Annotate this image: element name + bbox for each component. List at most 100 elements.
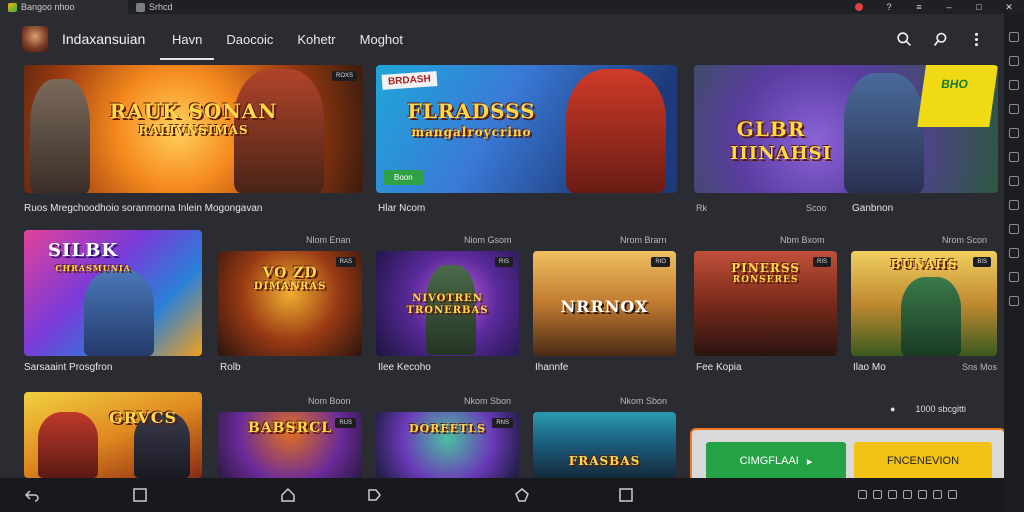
share-icon[interactable] — [918, 490, 927, 499]
record-button[interactable] — [844, 0, 874, 14]
game-caption: Rolb — [220, 362, 241, 373]
avatar[interactable] — [22, 26, 48, 52]
home-icon — [136, 2, 145, 12]
menu-button[interactable]: ≡ — [904, 0, 934, 14]
game-card[interactable]: GRVCS — [24, 392, 202, 478]
game-card[interactable]: SILBK CHRASMUNIA — [24, 230, 202, 356]
folder-icon[interactable] — [1009, 104, 1019, 114]
game-meta: Sns Mos — [962, 362, 998, 372]
tab-kohetr[interactable]: Kohetr — [285, 14, 347, 64]
search-icon — [896, 31, 911, 46]
screenshot-icon[interactable] — [1009, 80, 1019, 90]
game-caption: Fee Kopia — [696, 362, 742, 373]
recents-button[interactable] — [618, 487, 634, 503]
nav-tabs: Havn Daocoic Kohetr Moghot — [160, 14, 415, 64]
game-card[interactable]: DOREETLS RNS — [376, 412, 519, 478]
back-button[interactable] — [24, 487, 40, 503]
game-meta: Niom Gsom — [464, 235, 512, 245]
tab-moghot[interactable]: Moghot — [348, 14, 415, 64]
square-icon — [133, 488, 147, 502]
hero-figure — [901, 277, 961, 356]
game-title: SILBK — [48, 240, 118, 261]
gallery-icon[interactable] — [933, 490, 942, 499]
menu-icon: ≡ — [916, 2, 922, 12]
brand-title: Indaxansuian — [62, 31, 146, 47]
square-icon — [619, 488, 633, 502]
game-title: GLBR — [736, 117, 806, 141]
promo-banner: BHO — [917, 65, 998, 127]
house-icon — [281, 487, 295, 502]
game-meta: Rk — [696, 203, 707, 213]
game-card[interactable]: NIVOTREN TRONERBAS RIS — [376, 251, 519, 356]
game-card[interactable]: NRRNOX RIO — [533, 251, 676, 356]
maximize-icon: □ — [976, 2, 982, 12]
info-icon[interactable] — [858, 490, 867, 499]
game-card[interactable]: PINERSS RONSERES RIS — [694, 251, 837, 356]
keyboard-icon[interactable] — [1009, 32, 1019, 42]
apps-button[interactable] — [280, 487, 296, 503]
gamepad-icon[interactable] — [1009, 56, 1019, 66]
minimize-button[interactable]: – — [934, 0, 964, 14]
game-caption: Sarsaaint Prosgfron — [24, 362, 113, 373]
game-card[interactable]: BABSRCL RUS — [218, 412, 362, 478]
close-icon: ✕ — [1005, 1, 1013, 12]
game-meta: Scoo — [806, 203, 827, 213]
shake-icon[interactable] — [1009, 200, 1019, 210]
secondary-cta-button[interactable]: FNCENEVION — [854, 442, 992, 480]
tab-discover[interactable]: Daocoic — [214, 14, 285, 64]
primary-cta-button[interactable]: CIMGFLAAI ▸ — [706, 442, 846, 480]
minimize-icon: – — [946, 2, 952, 12]
help-button[interactable]: ? — [874, 0, 904, 14]
volume-icon[interactable] — [1009, 128, 1019, 138]
window-icon[interactable] — [948, 490, 957, 499]
rotate-icon[interactable] — [1009, 152, 1019, 162]
system-tray — [858, 490, 957, 499]
location-button[interactable] — [514, 487, 530, 503]
back-icon — [24, 490, 39, 502]
game-card[interactable]: BUNAHS BIS — [851, 251, 997, 356]
lock-icon[interactable] — [903, 490, 912, 499]
featured-card-2[interactable]: BRDASH FLRADSSS mangalroycrino Boon — [376, 65, 677, 193]
game-card[interactable]: VO ZD DIMANRAS RAS — [218, 251, 362, 356]
app-logo-icon — [8, 2, 17, 12]
game-meta: Nkom Sbon — [464, 396, 512, 406]
featured-card-3[interactable]: BHO GLBR IIINAHSI — [694, 65, 998, 193]
camera-icon[interactable] — [888, 490, 897, 499]
game-tag: RAS — [335, 257, 356, 267]
location-icon[interactable] — [1009, 176, 1019, 186]
more-button[interactable] — [966, 29, 986, 49]
window-tab-label: Srhcd — [149, 2, 173, 12]
download-count-label: 1000 sbcgitti — [915, 404, 966, 414]
close-button[interactable]: ✕ — [994, 0, 1024, 14]
settings-icon[interactable] — [1009, 296, 1019, 306]
cast-icon[interactable] — [873, 490, 882, 499]
game-subtitle: mangalroycrino — [411, 125, 532, 139]
featured-card-1[interactable]: RAUK SONAN RALIVNSIMAS ROXS — [24, 65, 363, 193]
game-title: NRRNOX — [560, 297, 649, 316]
window-tab-home[interactable]: Srhcd — [128, 0, 181, 14]
maximize-button[interactable]: □ — [964, 0, 994, 14]
game-subtitle: CHRASMUNIA — [55, 263, 131, 273]
game-card[interactable]: FRASBAS — [533, 412, 676, 478]
game-caption: Ihannfe — [535, 362, 569, 373]
window-tab-main[interactable]: Bangoo nhoo — [0, 0, 128, 14]
app-header: Indaxansuian Havn Daocoic Kohetr Moghot — [0, 14, 1004, 64]
multi-instance-icon[interactable] — [1009, 248, 1019, 258]
search-alt-icon — [933, 32, 946, 46]
download-count: ● 1000 sbcgitti — [890, 404, 966, 414]
game-tag: BIS — [973, 257, 991, 267]
game-title: GRVCS — [108, 408, 178, 427]
keyboard-button[interactable] — [366, 487, 382, 503]
home-button[interactable] — [132, 487, 148, 503]
window-titlebar: Bangoo nhoo Srhcd ? ≡ – □ ✕ — [0, 0, 1024, 14]
tab-home[interactable]: Havn — [160, 14, 215, 64]
game-tag: ROXS — [331, 71, 357, 81]
record-icon — [855, 3, 863, 11]
macro-icon[interactable] — [1009, 224, 1019, 234]
help-icon: ? — [886, 2, 892, 12]
eco-mode-icon[interactable] — [1009, 272, 1019, 282]
play-button[interactable]: Boon — [384, 170, 423, 185]
play-arrow-icon: ▸ — [806, 455, 813, 468]
search-button[interactable] — [894, 29, 914, 49]
search-alt-button[interactable] — [930, 29, 950, 49]
